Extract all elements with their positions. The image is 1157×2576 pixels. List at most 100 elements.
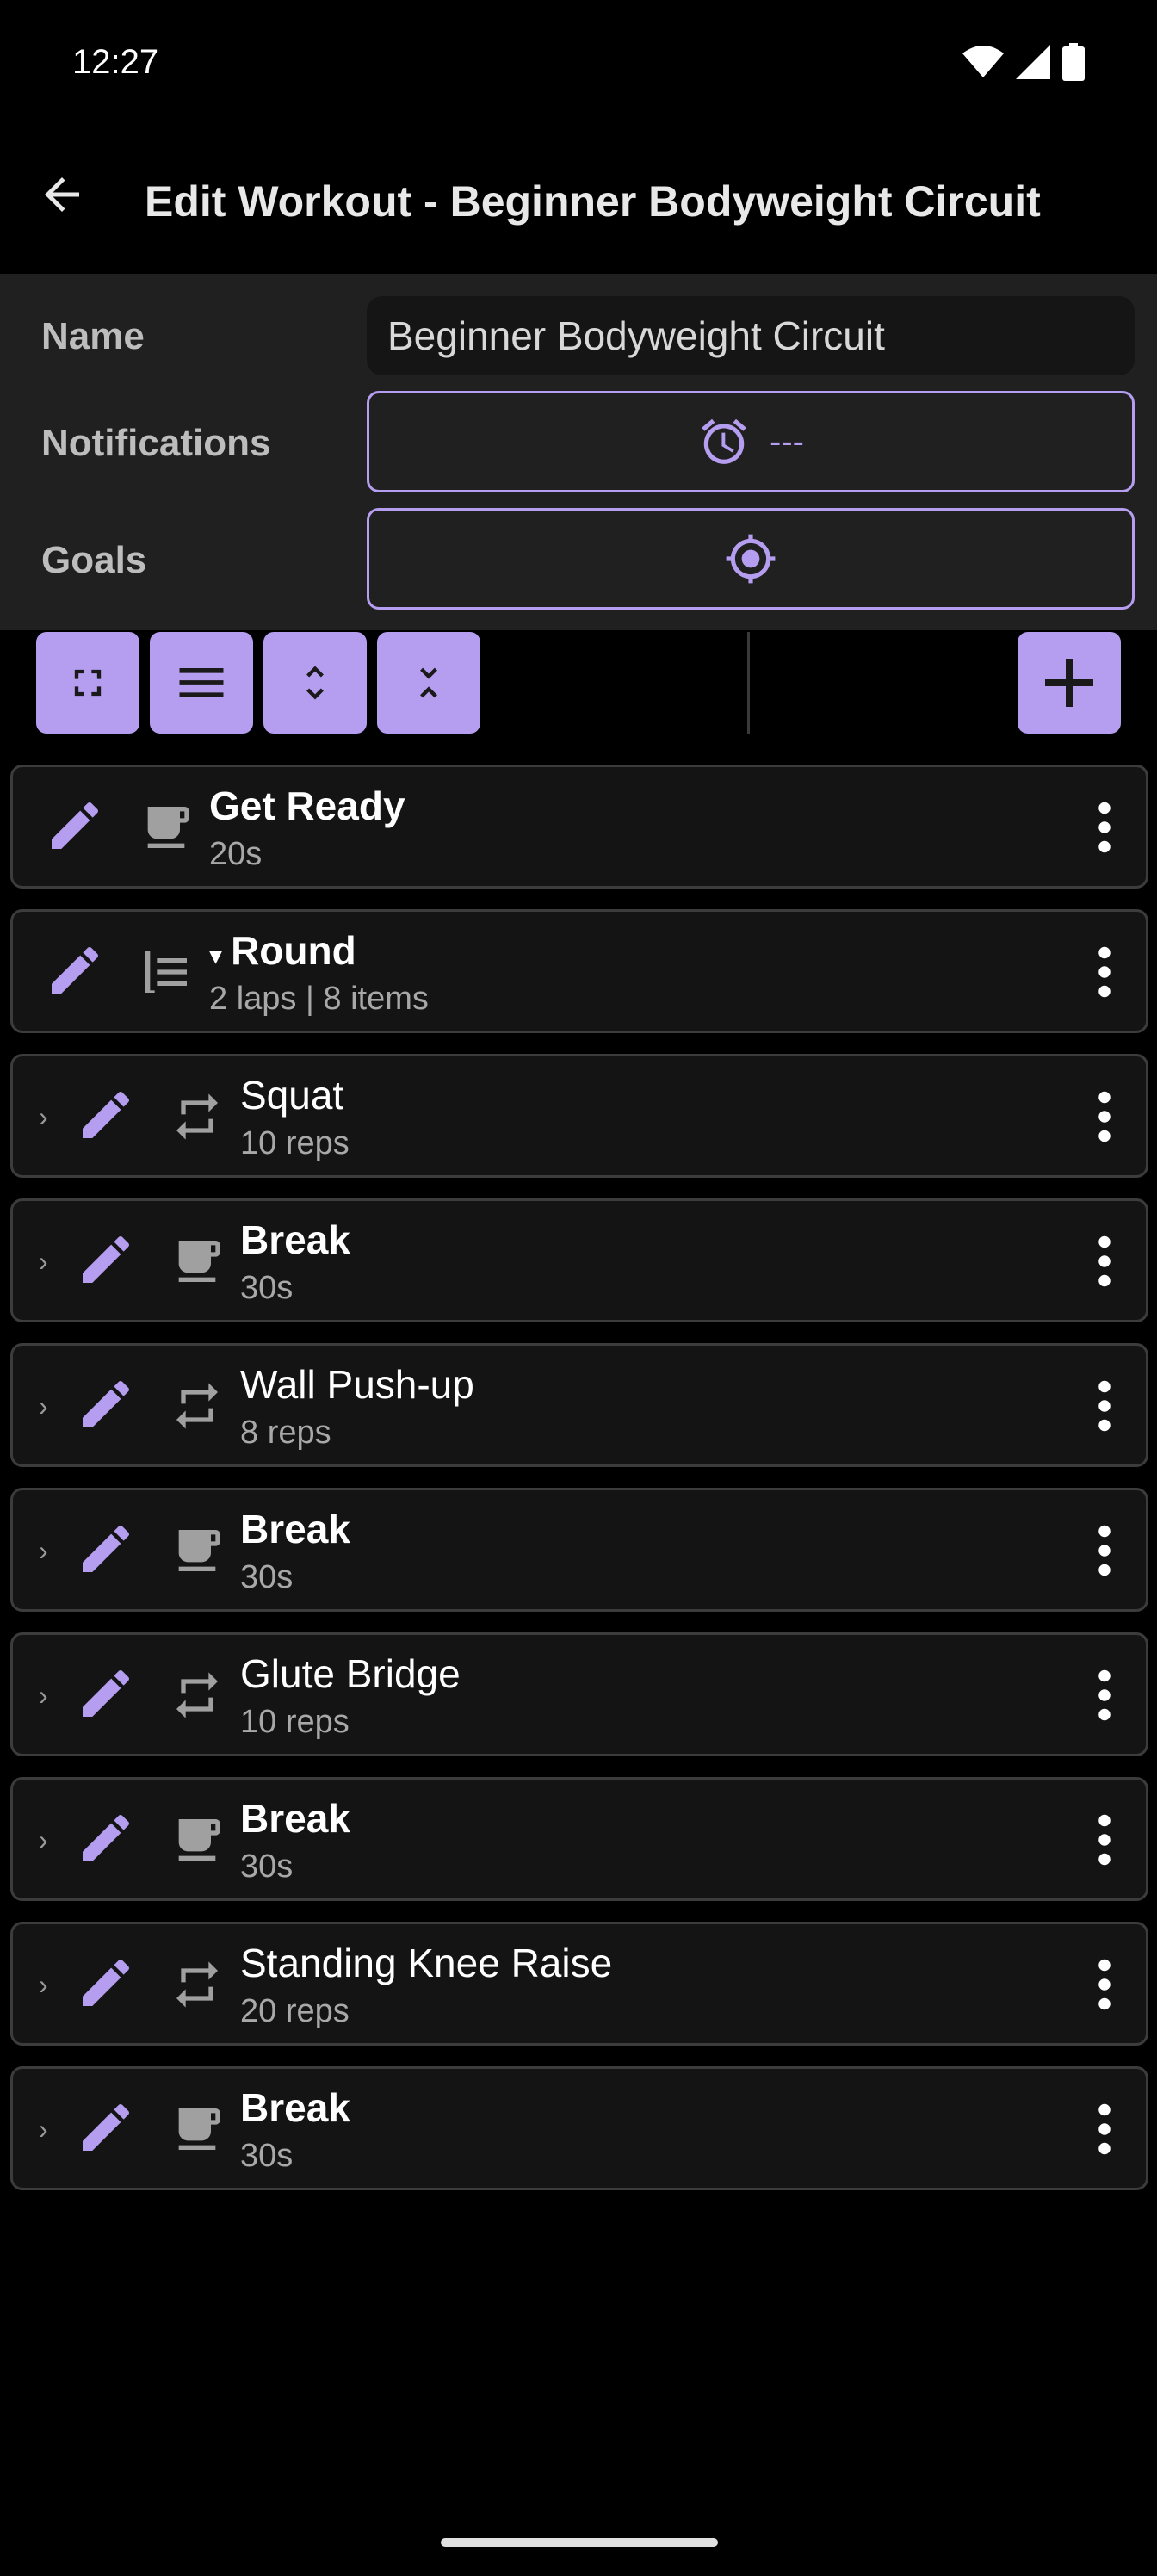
workout-item-row[interactable]: › Break 30s <box>10 2066 1148 2190</box>
workout-item-row[interactable]: › Standing Knee Raise 20 reps <box>10 1922 1148 2046</box>
chevron-right-icon[interactable]: › <box>39 1535 48 1567</box>
fullscreen-icon <box>74 669 102 697</box>
name-field[interactable]: Beginner Bodyweight Circuit <box>367 296 1135 375</box>
workout-item-row[interactable]: › Break 30s <box>10 1488 1148 1612</box>
edit-item-button[interactable] <box>71 1950 140 2019</box>
add-item-button[interactable] <box>1018 632 1121 734</box>
workout-item-subtitle: 10 reps <box>240 1704 350 1740</box>
expand-all-button[interactable] <box>263 632 367 734</box>
expand-icon <box>306 666 324 700</box>
more-vert-icon <box>1098 1235 1111 1291</box>
status-icons <box>962 41 1085 83</box>
workout-item-subtitle: 10 reps <box>240 1125 350 1161</box>
more-vert-icon <box>1098 1669 1111 1725</box>
coffee-cup-icon <box>166 1809 228 1871</box>
edit-item-button[interactable] <box>71 1805 140 1874</box>
repeat-icon <box>166 1375 228 1437</box>
status-time: 12:27 <box>72 43 159 81</box>
workout-item-row[interactable]: › Glute Bridge 10 reps <box>10 1632 1148 1756</box>
item-title-text: Break <box>240 1217 350 1262</box>
item-title-text: Wall Push-up <box>240 1362 474 1407</box>
chevron-right-icon[interactable]: › <box>39 1824 48 1856</box>
more-options-button[interactable] <box>1087 1377 1122 1439</box>
plus-icon <box>1045 659 1093 707</box>
workout-item-title: Break <box>240 1506 350 1552</box>
item-title-text: Round <box>231 928 356 973</box>
more-options-button[interactable] <box>1087 1955 1122 2017</box>
notifications-value: --- <box>770 422 804 461</box>
fullscreen-button[interactable] <box>36 632 139 734</box>
workout-item-row[interactable]: › Squat 10 reps <box>10 1054 1148 1178</box>
goals-button[interactable] <box>367 508 1135 610</box>
wifi-icon <box>962 46 1004 77</box>
alarm-icon <box>702 418 746 464</box>
more-vert-icon <box>1098 1959 1111 2015</box>
edit-item-button[interactable] <box>71 1227 140 1296</box>
collapse-all-button[interactable] <box>377 632 480 734</box>
more-vert-icon <box>1098 2103 1111 2159</box>
workout-item-row[interactable]: Get Ready 20s <box>10 765 1148 889</box>
item-title-text: Glute Bridge <box>240 1651 461 1696</box>
more-options-button[interactable] <box>1087 1087 1122 1149</box>
pencil-icon <box>75 1663 137 1729</box>
edit-item-button[interactable] <box>40 938 109 1006</box>
workout-item-row[interactable]: › Break 30s <box>10 1198 1148 1322</box>
more-options-button[interactable] <box>1087 943 1122 1005</box>
workout-item-row[interactable]: › Break 30s <box>10 1777 1148 1901</box>
pencil-icon <box>44 939 106 1006</box>
chevron-right-icon[interactable]: › <box>39 1969 48 2001</box>
workout-item-row[interactable]: › Wall Push-up 8 reps <box>10 1343 1148 1467</box>
workout-item-subtitle: 30s <box>240 1848 294 1885</box>
chevron-right-icon[interactable]: › <box>39 1101 48 1133</box>
repeat-icon <box>166 1954 228 2016</box>
edit-item-button[interactable] <box>71 1372 140 1440</box>
coffee-cup-icon <box>135 796 197 858</box>
pencil-icon <box>75 1518 137 1584</box>
name-label: Name <box>41 315 145 357</box>
goals-label: Goals <box>41 539 147 581</box>
more-options-button[interactable] <box>1087 1232 1122 1294</box>
arrow-back-icon <box>45 177 79 212</box>
more-options-button[interactable] <box>1087 2100 1122 2162</box>
notifications-button[interactable]: --- <box>367 391 1135 492</box>
pencil-icon <box>75 1373 137 1440</box>
workout-item-title: Break <box>240 2084 350 2131</box>
edit-item-button[interactable] <box>71 1661 140 1730</box>
pencil-icon <box>75 1229 137 1295</box>
toolbar-divider <box>747 632 750 734</box>
chevron-right-icon[interactable]: › <box>39 2114 48 2146</box>
edit-item-button[interactable] <box>71 1516 140 1585</box>
workout-item-title: Get Ready <box>209 783 405 829</box>
chevron-right-icon[interactable]: › <box>39 1246 48 1278</box>
workout-item-row[interactable]: ▾ Round 2 laps | 8 items <box>10 909 1148 1033</box>
page-title: Edit Workout - Beginner Bodyweight Circu… <box>145 177 1041 226</box>
more-options-button[interactable] <box>1087 1811 1122 1873</box>
status-bar: 12:27 <box>0 0 1157 129</box>
more-options-button[interactable] <box>1087 1521 1122 1583</box>
edit-item-button[interactable] <box>71 1082 140 1151</box>
pencil-icon <box>75 2096 137 2163</box>
chevron-right-icon[interactable]: › <box>39 1680 48 1712</box>
collapse-icon <box>420 667 437 698</box>
workout-item-subtitle: 2 laps | 8 items <box>209 981 429 1017</box>
more-options-button[interactable] <box>1087 1666 1122 1728</box>
coffee-cup-icon <box>166 1230 228 1292</box>
signal-icon <box>1016 45 1050 79</box>
list-view-button[interactable] <box>150 632 253 734</box>
chevron-right-icon[interactable]: › <box>39 1390 48 1422</box>
workout-item-title: Glute Bridge <box>240 1650 461 1697</box>
notifications-label: Notifications <box>41 422 271 464</box>
more-options-button[interactable] <box>1087 798 1122 860</box>
pencil-icon <box>75 1084 137 1150</box>
group-list-icon <box>135 941 197 1003</box>
item-title-text: Standing Knee Raise <box>240 1941 613 1985</box>
item-title-text: Break <box>240 1796 350 1841</box>
pencil-icon <box>75 1807 137 1873</box>
edit-item-button[interactable] <box>40 793 109 862</box>
home-indicator[interactable] <box>441 2538 718 2547</box>
edit-item-button[interactable] <box>71 2095 140 2164</box>
workout-item-subtitle: 20 reps <box>240 1993 350 2029</box>
workout-item-subtitle: 30s <box>240 1270 294 1306</box>
caret-down-icon[interactable]: ▾ <box>209 942 222 970</box>
back-button[interactable] <box>26 158 98 231</box>
